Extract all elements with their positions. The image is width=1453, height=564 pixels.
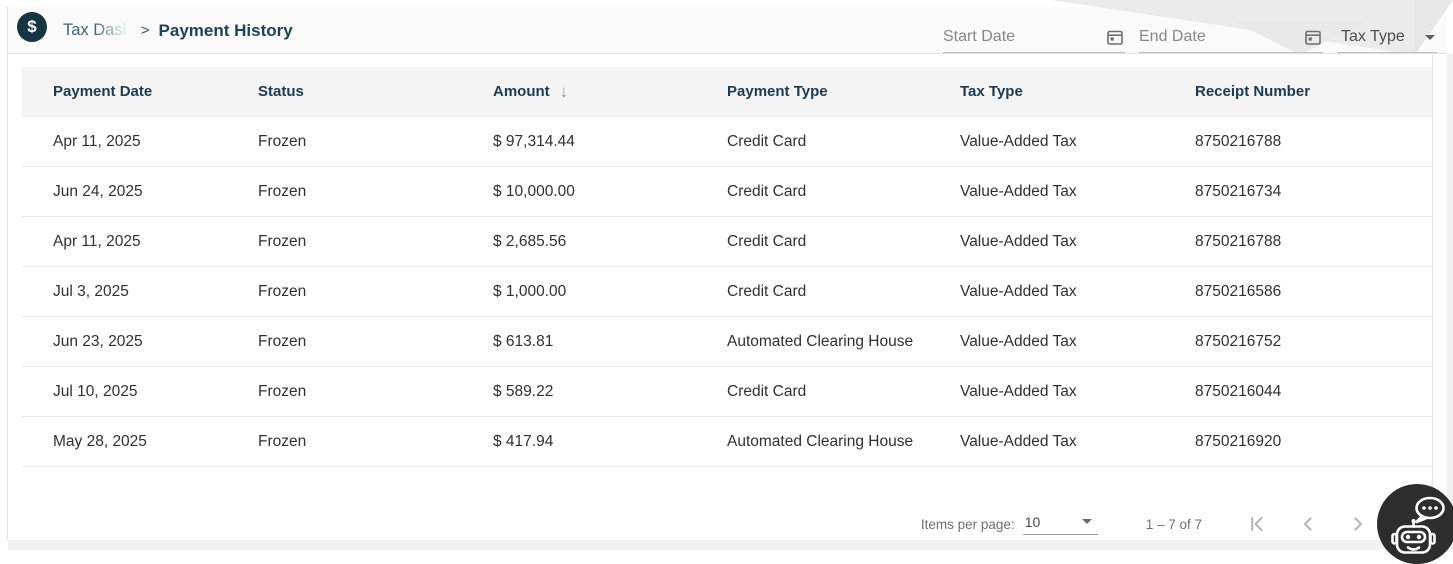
table-right-border xyxy=(1432,55,1433,540)
column-header-status[interactable]: Status xyxy=(258,83,493,100)
cell-receipt-number: 8750216734 xyxy=(1195,182,1282,200)
cell-payment-type: Credit Card xyxy=(727,182,807,200)
table-paginator: Items per page: 10 1 – 7 of 7 xyxy=(22,504,1432,544)
table-row: Jun 24, 2025 Frozen $ 10,000.00 Credit Card… xyxy=(22,167,1432,217)
cell-tax-type: Value-Added Tax xyxy=(960,182,1077,200)
robot-chat-icon xyxy=(1391,496,1445,554)
cell-receipt-number: 8750216586 xyxy=(1195,282,1282,300)
items-per-page-value: 10 xyxy=(1024,513,1041,530)
cell-status: Frozen xyxy=(258,182,307,200)
cell-status: Frozen xyxy=(258,332,307,350)
chevron-down-icon xyxy=(1425,34,1435,40)
items-per-page-select[interactable]: 10 xyxy=(1022,513,1098,535)
filter-bar: Tax Type xyxy=(943,7,1437,54)
cell-payment-date: Apr 11, 2025 xyxy=(53,132,141,150)
next-page-button[interactable] xyxy=(1346,512,1370,536)
table-header-row: Payment Date Status Amount ↓ Payment Typ… xyxy=(22,67,1432,117)
cell-receipt-number: 8750216752 xyxy=(1195,332,1282,350)
cell-payment-date: Jun 23, 2025 xyxy=(53,332,143,350)
dollar-logo-icon: $ xyxy=(27,17,37,36)
cell-tax-type: Value-Added Tax xyxy=(960,132,1077,150)
tax-type-select[interactable]: Tax Type xyxy=(1337,28,1437,53)
table-row: Apr 11, 2025 Frozen $ 2,685.56 Credit Card V… xyxy=(22,217,1432,267)
cell-payment-date: Apr 11, 2025 xyxy=(53,232,141,250)
cell-payment-date: Jul 3, 2025 xyxy=(53,282,129,300)
tax-type-select-label: Tax Type xyxy=(1341,28,1405,45)
page-range-label: 1 – 7 of 7 xyxy=(1145,516,1202,532)
column-header-payment-type[interactable]: Payment Type xyxy=(727,83,960,100)
sort-descending-icon: ↓ xyxy=(559,81,569,101)
column-header-payment-date[interactable]: Payment Date xyxy=(53,83,258,100)
cell-amount: $ 613.81 xyxy=(493,332,554,350)
start-date-field xyxy=(943,27,1125,53)
page-title: Payment History xyxy=(158,20,293,40)
column-header-amount[interactable]: Amount ↓ xyxy=(493,82,727,102)
payment-history-table: Payment Date Status Amount ↓ Payment Typ… xyxy=(22,67,1432,467)
cell-status: Frozen xyxy=(258,432,307,450)
breadcrumb-parent-link[interactable]: Tax Dash xyxy=(63,21,132,40)
end-date-field xyxy=(1139,27,1323,53)
column-header-receipt-number[interactable]: Receipt Number xyxy=(1195,83,1432,100)
cell-tax-type: Value-Added Tax xyxy=(960,332,1077,350)
table-body: Apr 11, 2025 Frozen $ 97,314.44 Credit Card… xyxy=(22,117,1432,467)
start-date-input[interactable] xyxy=(943,28,1105,46)
cell-tax-type: Value-Added Tax xyxy=(960,382,1077,400)
breadcrumb: Tax Dash > Payment History xyxy=(63,7,293,54)
table-row: Apr 11, 2025 Frozen $ 97,314.44 Credit Card… xyxy=(22,117,1432,167)
cell-amount: $ 2,685.56 xyxy=(493,232,567,250)
cell-amount: $ 1,000.00 xyxy=(493,282,567,300)
previous-page-button[interactable] xyxy=(1296,512,1320,536)
cell-receipt-number: 8750216788 xyxy=(1195,132,1282,150)
cell-payment-date: Jun 24, 2025 xyxy=(53,182,143,200)
cell-amount: $ 10,000.00 xyxy=(493,182,575,200)
cell-payment-type: Automated Clearing House xyxy=(727,332,914,350)
chevron-down-icon xyxy=(1081,519,1092,524)
cell-amount: $ 97,314.44 xyxy=(493,132,575,150)
cell-amount: $ 417.94 xyxy=(493,432,554,450)
cell-tax-type: Value-Added Tax xyxy=(960,432,1077,450)
cell-status: Frozen xyxy=(258,232,307,250)
cell-status: Frozen xyxy=(258,132,307,150)
cell-payment-date: May 28, 2025 xyxy=(53,432,147,450)
cell-receipt-number: 8750216788 xyxy=(1195,232,1282,250)
chevron-left-icon xyxy=(1303,517,1312,531)
cell-tax-type: Value-Added Tax xyxy=(960,232,1077,250)
cell-receipt-number: 8750216044 xyxy=(1195,382,1282,400)
top-header-bar: $ Tax Dash > Payment History Start Date … xyxy=(8,0,1453,55)
table-row: Jun 23, 2025 Frozen $ 613.81 Automated Clea… xyxy=(22,317,1432,367)
cell-status: Frozen xyxy=(258,382,307,400)
panel-left-border xyxy=(7,7,8,540)
table-row: Jul 3, 2025 Frozen $ 1,000.00 Credit Card Va… xyxy=(22,267,1432,317)
first-page-button[interactable] xyxy=(1246,512,1270,536)
end-date-input[interactable] xyxy=(1139,28,1303,46)
cell-receipt-number: 8750216920 xyxy=(1195,432,1282,450)
cell-payment-type: Automated Clearing House xyxy=(727,432,914,450)
table-row: May 28, 2025 Frozen $ 417.94 Automated Clea… xyxy=(22,417,1432,467)
chevron-right-icon xyxy=(1354,517,1363,531)
calendar-icon[interactable] xyxy=(1105,27,1125,47)
cell-payment-date: Jul 10, 2025 xyxy=(53,382,138,400)
app-logo[interactable]: $ xyxy=(17,12,47,42)
cell-payment-type: Credit Card xyxy=(727,382,807,400)
table-row: Jul 10, 2025 Frozen $ 589.22 Credit Card Val… xyxy=(22,367,1432,417)
cell-payment-type: Credit Card xyxy=(727,282,807,300)
cell-status: Frozen xyxy=(258,282,307,300)
pagination-controls xyxy=(1246,512,1370,536)
page-right-gutter xyxy=(1447,54,1453,540)
cell-payment-type: Credit Card xyxy=(727,132,807,150)
calendar-icon[interactable] xyxy=(1303,27,1323,47)
cell-amount: $ 589.22 xyxy=(493,382,554,400)
breadcrumb-separator: > xyxy=(140,22,150,39)
cell-tax-type: Value-Added Tax xyxy=(960,282,1077,300)
items-per-page-label: Items per page: xyxy=(920,516,1015,532)
column-header-tax-type[interactable]: Tax Type xyxy=(960,83,1195,100)
chatbot-button[interactable] xyxy=(1377,484,1453,564)
first-page-icon xyxy=(1251,516,1263,532)
cell-payment-type: Credit Card xyxy=(727,232,807,250)
